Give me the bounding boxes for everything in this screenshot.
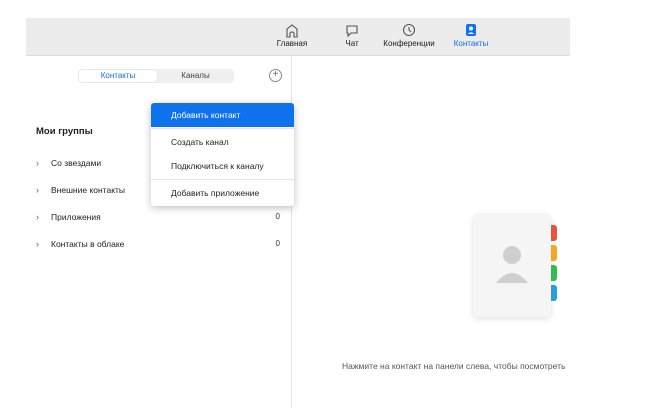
tab-contacts[interactable]: Контакты (79, 70, 157, 82)
nav-chat[interactable]: Чат (334, 22, 370, 48)
nav-home[interactable]: Главная (272, 22, 312, 48)
book-tab-orange (551, 245, 557, 261)
group-label: Приложения (51, 212, 101, 222)
tab-channels[interactable]: Каналы (158, 70, 233, 82)
group-label: Контакты в облаке (51, 239, 125, 249)
contacts-icon (466, 24, 476, 36)
contacts-channels-switch: Контакты Каналы (78, 69, 234, 83)
clock-icon (402, 23, 416, 37)
home-icon (286, 24, 298, 38)
chevron-right-icon: › (36, 185, 39, 195)
nav-chat-label: Чат (345, 39, 359, 48)
add-plus-icon[interactable]: + (269, 69, 282, 82)
group-label: Внешние контакты (51, 185, 126, 195)
group-row-cloud[interactable]: › Контакты в облаке 0 (36, 237, 280, 251)
nav-home-label: Главная (276, 39, 308, 48)
groups-title: Мои группы (36, 126, 93, 137)
contact-detail-pane: Нажмите на контакт на панели слева, чтоб… (292, 56, 570, 408)
book-tab-blue (551, 285, 557, 301)
group-count: 0 (275, 212, 280, 221)
chat-icon (346, 25, 358, 38)
chevron-right-icon: › (36, 158, 39, 168)
book-tab-green (551, 265, 557, 281)
book-tab-red (551, 225, 557, 241)
menu-divider (151, 179, 294, 180)
menu-add-contact[interactable]: Добавить контакт (151, 103, 294, 127)
chevron-right-icon: › (36, 239, 39, 249)
group-label: Со звездами (51, 158, 102, 168)
chevron-right-icon: › (36, 212, 39, 222)
menu-create-channel[interactable]: Создать канал (151, 130, 294, 154)
person-silhouette-icon (496, 246, 528, 283)
nav-meetings[interactable]: Конференции (378, 22, 440, 48)
address-book-icon (473, 213, 557, 317)
add-dropdown-menu: Добавить контакт Создать канал Подключит… (151, 103, 294, 206)
menu-divider (151, 128, 294, 129)
zoom-app-window: Главная Чат Конференции Контакты Контакт… (26, 18, 570, 408)
empty-state-hint: Нажмите на контакт на панели слева, чтоб… (342, 361, 566, 371)
menu-add-app[interactable]: Добавить приложение (151, 181, 294, 205)
nav-contacts-label: Контакты (453, 39, 489, 48)
menu-join-channel[interactable]: Подключиться к каналу (151, 154, 294, 178)
nav-meetings-label: Конференции (383, 39, 435, 48)
top-navigation-bar: Главная Чат Конференции Контакты (26, 18, 570, 56)
nav-contacts[interactable]: Контакты (446, 22, 496, 48)
group-count: 0 (275, 239, 280, 248)
group-row-apps[interactable]: › Приложения 0 (36, 210, 280, 224)
